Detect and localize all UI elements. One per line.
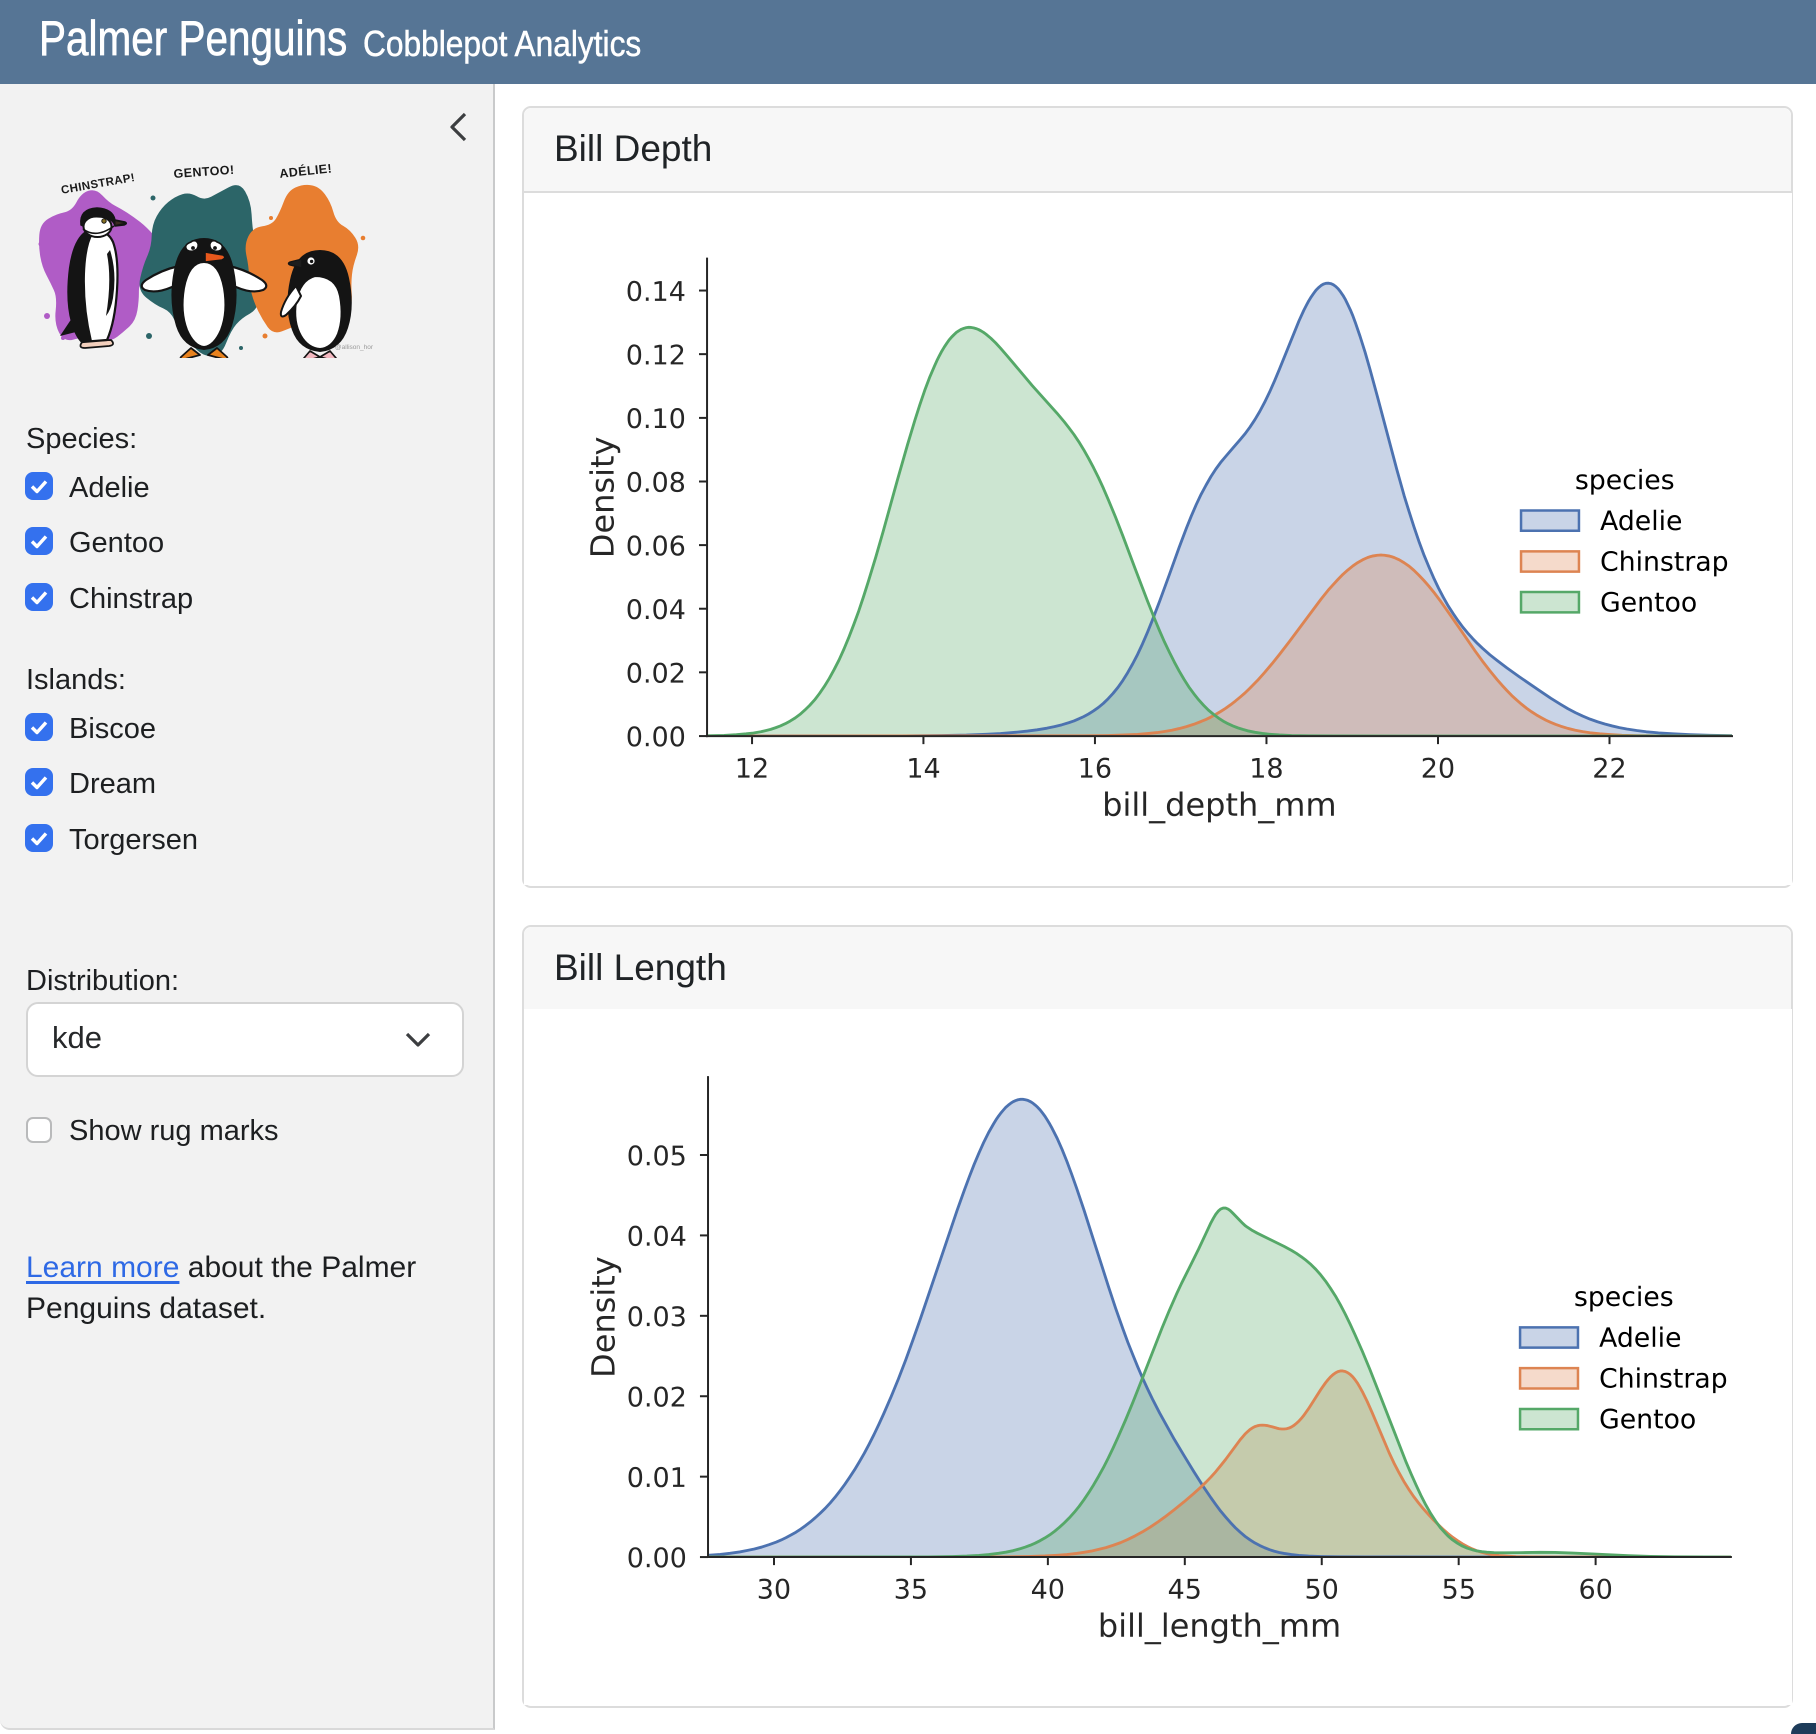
svg-text:GENTOO!: GENTOO! [173, 163, 235, 181]
svg-text:ADÉLIE!: ADÉLIE! [279, 160, 333, 180]
svg-text:@allison_horst: @allison_horst [335, 344, 373, 351]
